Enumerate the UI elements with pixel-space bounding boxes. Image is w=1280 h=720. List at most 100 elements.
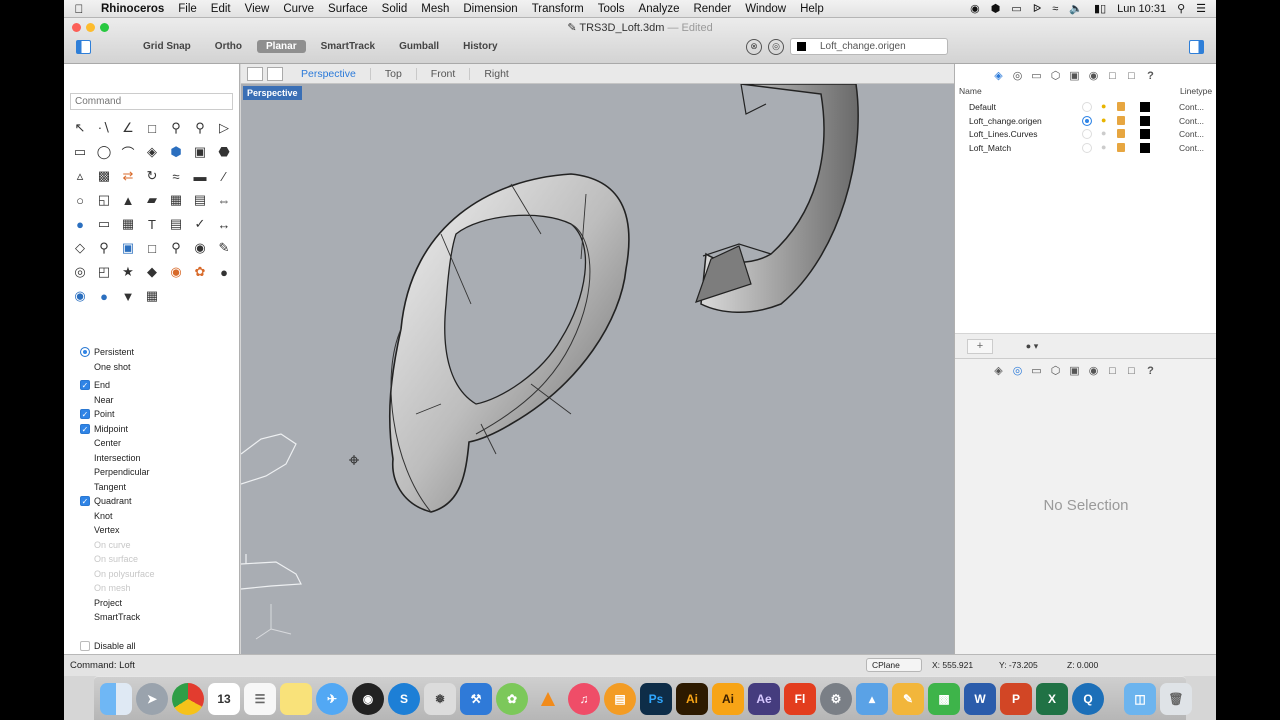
- menu-dimension[interactable]: Dimension: [456, 3, 524, 15]
- current-layer-radio[interactable]: [1082, 142, 1092, 153]
- osnap-on-mesh[interactable]: On mesh: [80, 581, 155, 596]
- menu-solid[interactable]: Solid: [375, 3, 415, 15]
- numbers-icon[interactable]: ▩: [928, 682, 960, 715]
- airplay-icon[interactable]: ▭: [1011, 2, 1021, 15]
- object-tab2-icon[interactable]: ⬡: [1048, 363, 1063, 378]
- array-icon[interactable]: ▤: [188, 188, 212, 212]
- help-tab-icon[interactable]: ?: [1143, 68, 1158, 83]
- lightbulb-icon[interactable]: ●: [1101, 115, 1106, 125]
- layer-linetype[interactable]: Cont...: [1179, 102, 1204, 112]
- display-tab2-icon[interactable]: ◉: [1086, 363, 1101, 378]
- play-arrow-icon[interactable]: ▷: [212, 116, 236, 140]
- layer-row[interactable]: Loft_Match ● Cont...: [955, 142, 1216, 155]
- split-icon[interactable]: ∕: [212, 164, 236, 188]
- layer-row[interactable]: Loft_change.origen ● Cont...: [955, 115, 1216, 128]
- scale-icon[interactable]: □: [140, 236, 164, 260]
- cylinder-blue-icon[interactable]: ●: [68, 212, 92, 236]
- toggle-right-sidebar-icon[interactable]: [1189, 40, 1204, 54]
- launchpad-icon[interactable]: ➤: [136, 682, 168, 715]
- osnap-near[interactable]: Near: [80, 393, 155, 408]
- after-effects-icon[interactable]: Ae: [748, 682, 780, 715]
- lightbulb-icon[interactable]: ●: [1101, 142, 1106, 152]
- partial-ring-surface[interactable]: [695, 84, 859, 313]
- textedit-icon[interactable]: ☰: [244, 682, 276, 715]
- layer-row[interactable]: Loft_Lines.Curves ● Cont...: [955, 128, 1216, 141]
- lightbulb-icon[interactable]: ●: [1101, 101, 1106, 111]
- osnap-end[interactable]: ✓ End: [80, 378, 155, 393]
- osnap-tangent[interactable]: Tangent: [80, 480, 155, 495]
- menu-window[interactable]: Window: [738, 3, 793, 15]
- menu-edit[interactable]: Edit: [204, 3, 238, 15]
- menu-app[interactable]: Rhinoceros: [94, 3, 171, 15]
- gumball-toggle[interactable]: Gumball: [390, 40, 448, 53]
- spotlight-icon[interactable]: ⚲: [1177, 2, 1185, 15]
- oneshot-radio[interactable]: [80, 361, 90, 372]
- disable-all-checkbox[interactable]: [80, 640, 90, 651]
- itunes-icon[interactable]: ♫: [568, 682, 600, 715]
- chrome-icon[interactable]: [172, 682, 204, 715]
- name-column-header[interactable]: Name: [959, 86, 982, 96]
- quadrant-checkbox[interactable]: ✓: [80, 496, 90, 507]
- photoshop-icon[interactable]: Ps: [640, 682, 672, 715]
- bluetooth-icon[interactable]: ᐉ: [1033, 2, 1041, 15]
- illustrator-icon[interactable]: Ai: [676, 682, 708, 715]
- current-layer-radio[interactable]: [1082, 129, 1092, 139]
- osnap-vertex[interactable]: Vertex: [80, 523, 155, 538]
- menu-view[interactable]: View: [238, 3, 277, 15]
- word-icon[interactable]: W: [964, 682, 996, 715]
- layer-name[interactable]: Loft_change.origen: [969, 116, 1042, 126]
- record-icon[interactable]: ◉: [970, 2, 980, 15]
- filter-icon[interactable]: ▼: [116, 284, 140, 308]
- capture-icon[interactable]: ▣: [116, 236, 140, 260]
- smarttrack-toggle[interactable]: SmartTrack: [312, 40, 384, 53]
- text-icon[interactable]: T: [140, 212, 164, 236]
- layer-color-swatch[interactable]: [1140, 115, 1150, 126]
- on-curve-checkbox[interactable]: [80, 539, 90, 550]
- grid-tool-icon[interactable]: ▦: [140, 284, 164, 308]
- lock-icon[interactable]: [1117, 142, 1125, 152]
- finder-icon[interactable]: [100, 682, 132, 715]
- folder-icon[interactable]: ◫: [1124, 682, 1156, 715]
- wifi-icon[interactable]: ≈: [1052, 3, 1058, 15]
- vlc-icon[interactable]: ▲: [532, 683, 564, 715]
- ortho-toggle[interactable]: Ortho: [206, 40, 251, 53]
- notification-center-icon[interactable]: ☰: [1196, 2, 1206, 15]
- object-tab-icon[interactable]: ⬡: [1048, 68, 1063, 83]
- layers-tab2-icon[interactable]: ◈: [991, 363, 1006, 378]
- surface-icon[interactable]: ◈: [140, 140, 164, 164]
- volume-icon[interactable]: 🔈: [1069, 2, 1083, 15]
- viewport-label[interactable]: Perspective: [243, 86, 302, 100]
- perspective-viewport[interactable]: Perspective: [241, 84, 954, 654]
- zoom-dynamic-icon[interactable]: ⚲: [188, 116, 212, 140]
- menu-file[interactable]: File: [171, 3, 204, 15]
- tab-top[interactable]: Top: [369, 67, 416, 80]
- calendar-icon[interactable]: 13: [208, 682, 240, 715]
- curve-tools-icon[interactable]: ≈: [164, 164, 188, 188]
- rectangle-icon[interactable]: ▭: [68, 140, 92, 164]
- point-icon[interactable]: ·∖: [92, 116, 116, 140]
- grid-snap-toggle[interactable]: Grid Snap: [134, 40, 200, 53]
- menu-render[interactable]: Render: [686, 3, 738, 15]
- toggle-left-sidebar-icon[interactable]: [76, 40, 91, 54]
- bend-icon[interactable]: ↻: [140, 164, 164, 188]
- command-input[interactable]: [70, 93, 233, 110]
- earth-icon[interactable]: ●: [92, 284, 116, 308]
- clipboard-icon[interactable]: ▤: [164, 212, 188, 236]
- system-preferences-icon[interactable]: ⚙: [820, 682, 852, 715]
- menu-surface[interactable]: Surface: [321, 3, 375, 15]
- menu-transform[interactable]: Transform: [525, 3, 591, 15]
- on-mesh-checkbox[interactable]: [80, 583, 90, 594]
- layer-color-swatch[interactable]: [1140, 129, 1150, 139]
- arc-icon[interactable]: ⌒: [116, 140, 140, 164]
- center-checkbox[interactable]: [80, 438, 90, 449]
- layer-row[interactable]: Default ● Cont...: [955, 101, 1216, 114]
- zoom-icon[interactable]: ⚲: [92, 236, 116, 260]
- current-layer-radio[interactable]: [1082, 115, 1092, 126]
- near-checkbox[interactable]: [80, 394, 90, 405]
- box-icon[interactable]: ▣: [188, 140, 212, 164]
- menu-analyze[interactable]: Analyze: [632, 3, 687, 15]
- grid-icon[interactable]: ▦: [116, 212, 140, 236]
- osnap-persistent[interactable]: Persistent: [80, 345, 155, 360]
- mesh-plane-icon[interactable]: ▭: [92, 212, 116, 236]
- properties-tab2-icon[interactable]: ◎: [1010, 363, 1025, 378]
